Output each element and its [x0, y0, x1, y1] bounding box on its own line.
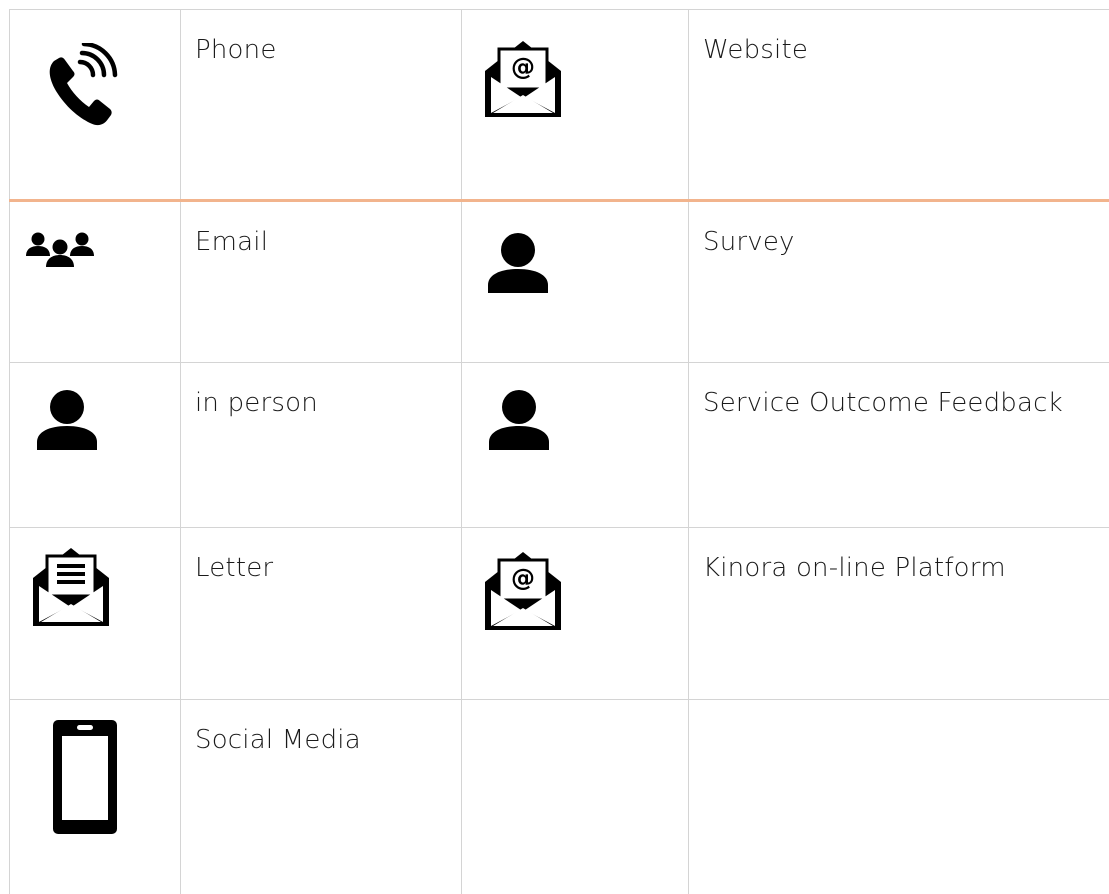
email-at-envelope-icon: @: [483, 39, 563, 119]
svg-text:@: @: [511, 564, 535, 592]
channel-label: Letter: [181, 528, 462, 700]
icon-cell: @: [462, 10, 689, 201]
table-row: Email Survey: [10, 201, 1109, 363]
svg-text:@: @: [511, 53, 535, 81]
group-icon: [26, 232, 94, 272]
empty-cell: [462, 700, 689, 894]
letter-envelope-icon: [31, 546, 111, 628]
table-row: Letter @ Kinora on-line Platform: [10, 528, 1109, 700]
icon-cell: [10, 10, 181, 201]
channel-label: Kinora on-line Platform: [689, 528, 1109, 700]
table-row: in person Service Outcome Feedback: [10, 363, 1109, 528]
table-row: Social Media: [10, 700, 1109, 894]
channel-label: Service Outcome Feedback: [689, 363, 1109, 528]
channel-label: Website: [689, 10, 1109, 201]
channel-label: Survey: [689, 201, 1109, 363]
person-icon: [489, 390, 549, 452]
icon-cell: [10, 363, 181, 528]
channel-label: Phone: [181, 10, 462, 201]
icon-cell: @: [462, 528, 689, 700]
email-at-envelope-icon: @: [483, 550, 563, 632]
table-row: Phone @ Website: [10, 10, 1109, 201]
icon-cell: [462, 363, 689, 528]
channel-label: in person: [181, 363, 462, 528]
channel-label: Email: [181, 201, 462, 363]
icon-cell: [10, 528, 181, 700]
person-icon: [488, 233, 548, 295]
icon-cell: [10, 201, 181, 363]
mobile-phone-icon: [53, 720, 117, 834]
icon-cell: [462, 201, 689, 363]
contact-channels-table: Phone @ Website Email: [9, 9, 1109, 894]
channel-label: [689, 700, 1109, 894]
person-icon: [37, 390, 97, 452]
phone-ringing-icon: [40, 43, 130, 133]
channel-label: Social Media: [181, 700, 462, 894]
icon-cell: [10, 700, 181, 894]
